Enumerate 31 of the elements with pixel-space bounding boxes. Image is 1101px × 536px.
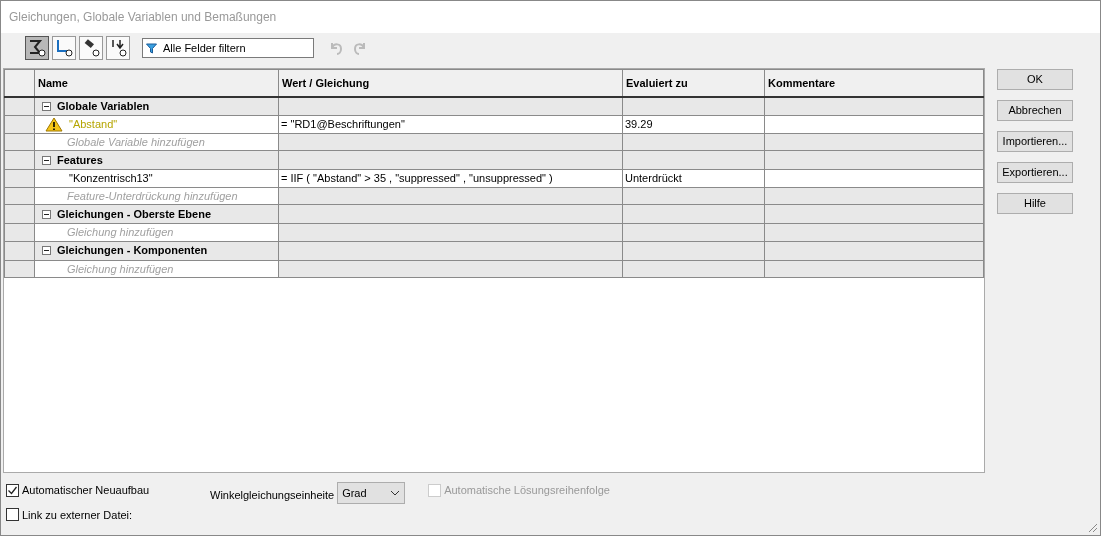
group-title: Globale Variablen: [57, 99, 150, 114]
checkbox-label: Automatische Lösungsreihenfolge: [444, 483, 610, 498]
dialog-button[interactable]: Exportieren...: [997, 162, 1073, 183]
dialog-button[interactable]: Importieren...: [997, 131, 1073, 152]
dialog-button[interactable]: OK: [997, 69, 1073, 90]
window-title: Gleichungen, Globale Variablen und Bemaßungen: [9, 9, 277, 26]
checkbox-label: Link zu externer Datei:: [22, 507, 133, 523]
column-header[interactable]: Wert / Gleichung: [278, 69, 623, 97]
column-header[interactable]: Kommentare: [764, 69, 984, 97]
angle-unit-label: Winkelgleichungseinheite: [210, 488, 335, 503]
group-title: Gleichungen - Komponenten: [57, 243, 208, 259]
variable-name: "Konzentrisch13": [69, 171, 153, 186]
dialog-button[interactable]: Abbrechen: [997, 100, 1073, 121]
collapse-icon[interactable]: [42, 155, 51, 165]
collapse-icon[interactable]: [42, 246, 51, 255]
group-title: Features: [57, 152, 103, 168]
funnel-icon: [146, 43, 157, 54]
chevron-down-icon: [390, 490, 401, 496]
filter-field[interactable]: Alle Felder filtern: [142, 38, 314, 58]
collapse-icon[interactable]: [42, 101, 51, 111]
collapse-icon[interactable]: [42, 209, 51, 219]
dialog-button[interactable]: Hilfe: [997, 193, 1073, 214]
checkbox[interactable]: [6, 508, 19, 522]
checkbox-label: Automatischer Neuaufbau: [22, 483, 150, 498]
group-title: Gleichungen - Oberste Ebene: [57, 206, 212, 222]
resize-grip-icon[interactable]: [1086, 521, 1098, 533]
column-header[interactable]: Name: [34, 69, 279, 97]
checkbox[interactable]: [6, 483, 19, 497]
variable-name: "Abstand": [69, 117, 118, 132]
column-header[interactable]: Evaluiert zu: [622, 69, 765, 97]
angle-unit-dropdown[interactable]: Grad: [337, 482, 406, 504]
